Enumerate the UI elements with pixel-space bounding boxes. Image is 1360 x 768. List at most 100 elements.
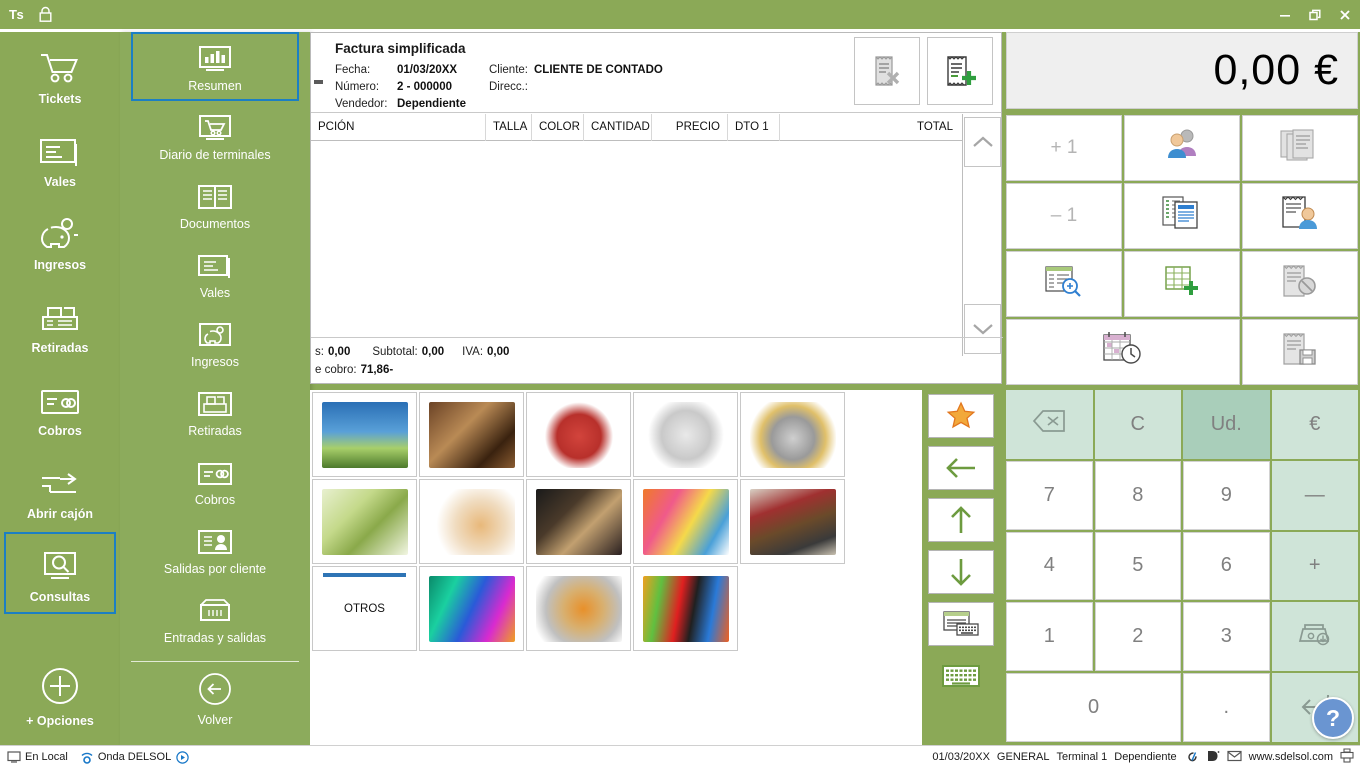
product-tile[interactable] <box>419 566 524 651</box>
key-digit-9[interactable]: 9 <box>1183 460 1270 530</box>
favorites-button[interactable] <box>928 394 994 438</box>
delete-ticket-button[interactable] <box>854 37 920 105</box>
submenu-item-diario-de-terminales[interactable]: Diario de terminales <box>131 101 299 170</box>
scroll-up-button[interactable] <box>964 117 1001 167</box>
product-tile[interactable] <box>526 566 631 651</box>
submenu-item-vales[interactable]: Vales <box>131 239 299 308</box>
calendar-clock-button[interactable] <box>1006 319 1240 385</box>
field-direccion[interactable]: Direcc.: <box>489 78 663 95</box>
delsol-d-icon[interactable] <box>1206 749 1220 766</box>
printer-lock-icon[interactable] <box>1340 748 1354 766</box>
key-digit-8[interactable]: 8 <box>1094 460 1181 530</box>
status-date: 01/03/20XX <box>932 751 990 763</box>
tile-thumbnail <box>428 401 515 468</box>
product-tile[interactable] <box>312 479 417 564</box>
onscreen-keyboard-button[interactable] <box>928 654 994 698</box>
sidebar-item-consultas[interactable]: Consultas <box>4 532 116 614</box>
status-item-onda-delsol[interactable]: Onda DELSOL <box>80 751 171 764</box>
key-label: 1 <box>1043 625 1055 648</box>
column-header-talla[interactable]: TALLA <box>486 113 532 141</box>
close-button[interactable] <box>1330 1 1360 29</box>
key-digit-2[interactable]: 2 <box>1094 602 1181 672</box>
search-document-button[interactable] <box>1006 251 1122 317</box>
sidebar-item-tickets[interactable]: Tickets <box>5 35 115 115</box>
sidebar-item-retiradas[interactable]: Retiradas <box>5 284 115 364</box>
product-tile[interactable] <box>419 479 524 564</box>
product-tile[interactable] <box>633 479 738 564</box>
key-digit-4[interactable]: 4 <box>1006 531 1093 601</box>
sidebar-item-abrir-cajon[interactable]: Abrir cajón <box>5 450 115 530</box>
submenu-item-salidas-por-cliente[interactable]: Salidas por cliente <box>131 515 299 584</box>
key-digit-1[interactable]: 1 <box>1006 602 1093 672</box>
submenu-item-cobros[interactable]: Cobros <box>131 446 299 515</box>
ticket-customer-button[interactable] <box>1242 183 1358 249</box>
key-units-key[interactable]: Ud. <box>1183 390 1270 459</box>
table-add-button[interactable] <box>1124 251 1240 317</box>
sidebar-item-opciones[interactable]: + Opciones <box>5 657 115 737</box>
key-digit-3[interactable]: 3 <box>1183 602 1270 672</box>
column-header-dto1[interactable]: DTO 1 <box>728 113 780 141</box>
key-backspace-icon[interactable] <box>1006 390 1093 459</box>
key-digit-0[interactable]: 0 <box>1006 673 1181 742</box>
table-body-empty[interactable] <box>311 141 963 356</box>
status-website[interactable]: www.sdelsol.com <box>1249 751 1333 763</box>
column-header-precio[interactable]: PRECIO <box>652 113 728 141</box>
submenu-item-entradas-y-salidas[interactable]: Entradas y salidas <box>131 584 299 653</box>
column-header-descripcion[interactable]: PCIÓN <box>311 113 486 141</box>
product-tile[interactable] <box>526 479 631 564</box>
product-tile[interactable]: OTROS <box>312 566 417 651</box>
column-header-cantidad[interactable]: CANTIDAD <box>584 113 652 141</box>
submenu-item-ingresos[interactable]: Ingresos <box>131 308 299 377</box>
key-decimal-point-key[interactable]: . <box>1183 673 1270 742</box>
scroll-down-button[interactable] <box>928 550 994 594</box>
back-button[interactable] <box>928 446 994 490</box>
product-tile[interactable] <box>740 479 845 564</box>
envelope-icon[interactable] <box>1227 750 1242 765</box>
key-clear-key[interactable]: C <box>1094 390 1181 459</box>
submenu-item-documentos[interactable]: Documentos <box>131 170 299 239</box>
scroll-up-button[interactable] <box>928 498 994 542</box>
restore-button[interactable] <box>1300 1 1330 29</box>
new-ticket-button[interactable] <box>927 37 993 105</box>
sidebar-item-vales[interactable]: Vales <box>5 118 115 198</box>
tile-thumbnail <box>535 401 622 468</box>
key-digit-7[interactable]: 7 <box>1006 460 1093 530</box>
product-tile[interactable] <box>526 392 631 477</box>
submenu-item-retiradas[interactable]: Retiradas <box>131 377 299 446</box>
key-digit-5[interactable]: 5 <box>1094 531 1181 601</box>
customers-button[interactable] <box>1124 115 1240 181</box>
product-tile[interactable] <box>633 566 738 651</box>
help-icon[interactable]: ? <box>1312 697 1354 739</box>
column-header-color[interactable]: COLOR <box>532 113 584 141</box>
form-keyboard-button[interactable] <box>928 602 994 646</box>
minus-one-button[interactable]: – 1 <box>1006 183 1122 249</box>
field-cliente[interactable]: Cliente: CLIENTE DE CONTADO <box>489 61 663 78</box>
product-tile[interactable] <box>419 392 524 477</box>
key-digit-6[interactable]: 6 <box>1183 531 1270 601</box>
alpha-icon[interactable] <box>1184 749 1199 766</box>
status-item-play[interactable] <box>176 750 189 764</box>
tickets-stack-button[interactable] <box>1242 115 1358 181</box>
ticket-save-button[interactable] <box>1242 319 1358 385</box>
lock-icon[interactable] <box>38 6 53 23</box>
key-scale-icon[interactable] <box>1271 602 1358 672</box>
status-item-en-local[interactable]: En Local <box>7 751 68 763</box>
key-euro-key[interactable]: € <box>1271 390 1358 459</box>
product-tile[interactable] <box>740 392 845 477</box>
numeric-keypad: C Ud. €7 8 9 — 4 5 6 +1 2 3 0. <box>1006 390 1358 742</box>
collapse-indicator[interactable] <box>314 80 323 84</box>
documents-copy-button[interactable] <box>1124 183 1240 249</box>
column-header-total[interactable]: TOTAL <box>780 114 960 141</box>
table-header-row: PCIÓN TALLA COLOR CANTIDAD PRECIO DTO 1 … <box>311 113 963 141</box>
key-minus-key[interactable]: — <box>1271 460 1358 530</box>
sidebar-item-cobros[interactable]: Cobros <box>5 367 115 447</box>
key-plus-key[interactable]: + <box>1271 531 1358 601</box>
submenu-back-button[interactable]: Volver <box>131 666 299 735</box>
product-tile[interactable] <box>312 392 417 477</box>
product-tile[interactable] <box>633 392 738 477</box>
submenu-item-resumen[interactable]: Resumen <box>131 32 299 101</box>
minimize-button[interactable] <box>1270 1 1300 29</box>
ticket-cancel-button[interactable] <box>1242 251 1358 317</box>
plus-one-button[interactable]: + 1 <box>1006 115 1122 181</box>
sidebar-item-ingresos[interactable]: Ingresos <box>5 201 115 281</box>
